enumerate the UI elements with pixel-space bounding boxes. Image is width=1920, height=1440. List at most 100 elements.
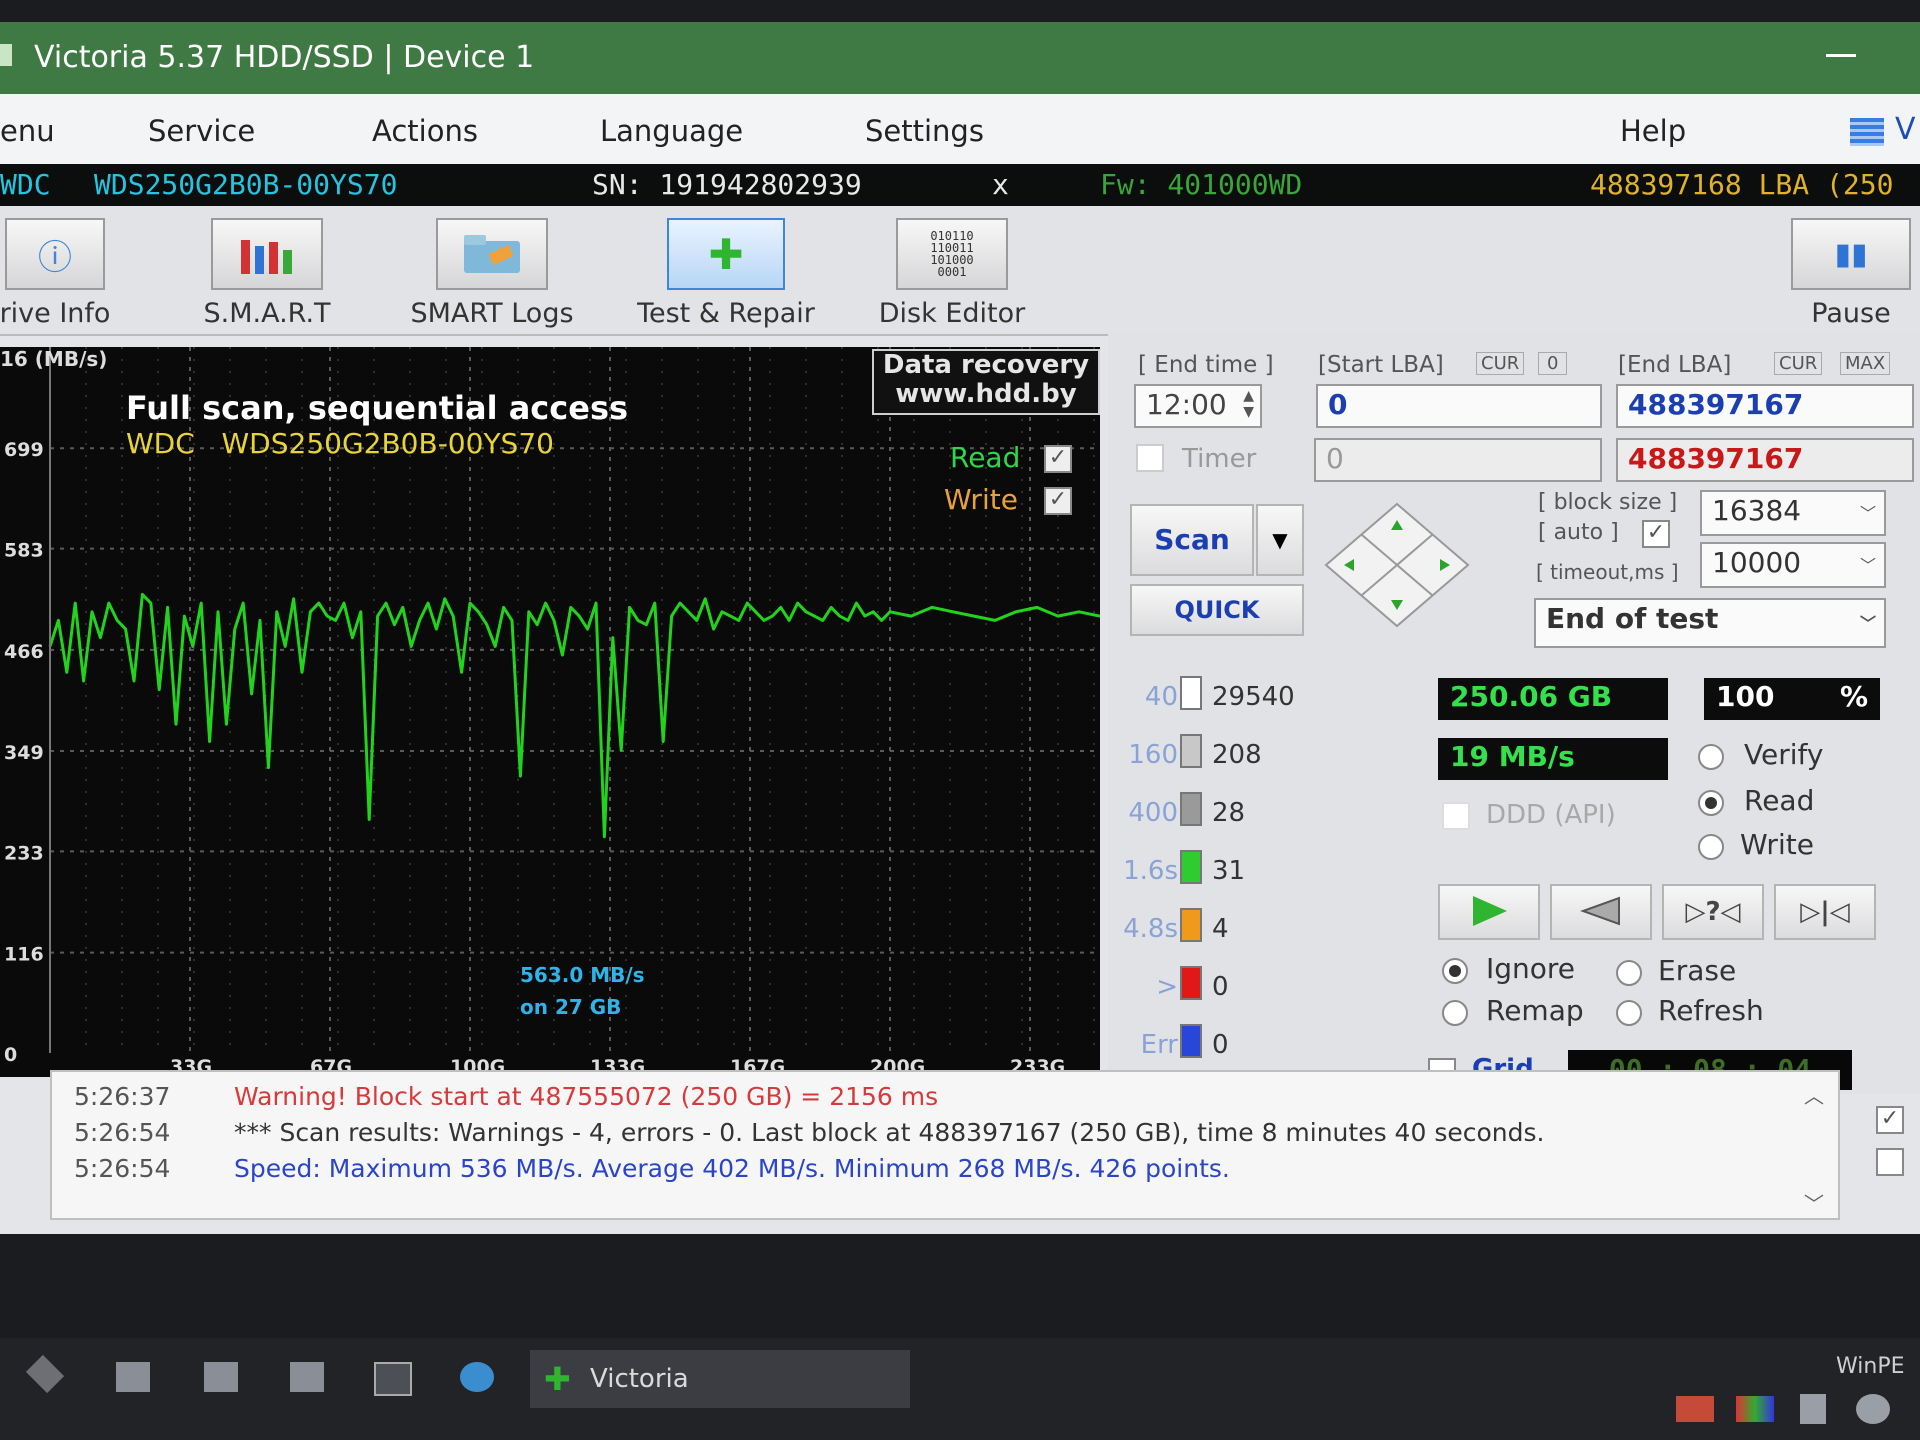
menu-main[interactable]: enu: [0, 114, 55, 148]
log-checkbox-1[interactable]: ✓: [1876, 1106, 1904, 1134]
play-button[interactable]: [1438, 884, 1540, 940]
title-bar: Victoria 5.37 HDD/SSD | Device 1: [0, 22, 1920, 94]
read-label: Read: [1744, 784, 1815, 817]
device-model: WDS250G2B0B-00YS70: [94, 168, 398, 201]
y-tick-label: 116: [4, 944, 44, 966]
device-firmware: Fw: 401000WD: [1100, 168, 1303, 201]
rewind-button[interactable]: [1550, 884, 1652, 940]
explorer-icon[interactable]: [204, 1362, 238, 1392]
device-info-bar: WDC WDS250G2B0B-00YS70 SN: 191942802939 …: [0, 164, 1920, 206]
network-tray-icon[interactable]: [1676, 1396, 1714, 1422]
write-radio[interactable]: [1698, 834, 1724, 860]
end-lba-input[interactable]: 488397167: [1616, 384, 1914, 428]
legend-swatch: [1180, 676, 1202, 710]
start-icon[interactable]: [25, 1354, 65, 1394]
erase-radio[interactable]: [1616, 960, 1642, 986]
direction-pad[interactable]: [1322, 500, 1472, 630]
ignore-radio[interactable]: [1442, 958, 1468, 984]
taskbar-victoria-button[interactable]: ✚ Victoria: [530, 1350, 910, 1408]
y-tick-label: 349: [4, 742, 44, 764]
log-text: *** Scan results: Warnings - 4, errors -…: [234, 1118, 1545, 1147]
start-lba-input[interactable]: 0: [1316, 384, 1602, 428]
erase-label: Erase: [1658, 954, 1737, 987]
terminal-icon[interactable]: [374, 1362, 412, 1396]
read-radio[interactable]: [1698, 790, 1724, 816]
refresh-radio[interactable]: [1616, 1000, 1642, 1026]
scroll-down-icon[interactable]: ﹀: [1804, 1188, 1824, 1217]
timeout-select[interactable]: 10000 ﹀: [1700, 542, 1886, 588]
browser-icon[interactable]: [460, 1362, 494, 1392]
random-seek-icon: ▷?◁: [1685, 897, 1741, 927]
menu-service[interactable]: Service: [148, 114, 255, 148]
test-repair-button[interactable]: ✚ Test & Repair: [626, 218, 826, 330]
end-action-select[interactable]: End of test ﹀: [1534, 598, 1886, 648]
legend-swatch: [1180, 792, 1202, 826]
list-view-icon[interactable]: [1850, 118, 1884, 146]
read-legend-label: Read: [950, 441, 1021, 474]
start-cur-button[interactable]: CUR: [1476, 352, 1525, 375]
pause-button[interactable]: ▮▮ Pause: [1786, 218, 1916, 330]
remap-label: Remap: [1486, 994, 1584, 1027]
legend-threshold: 160: [1128, 740, 1178, 770]
legend-count: 208: [1212, 740, 1262, 770]
usb-tray-icon[interactable]: [1800, 1394, 1826, 1424]
write-checkbox[interactable]: ✓: [1044, 487, 1072, 515]
start-zero-button[interactable]: 0: [1538, 352, 1568, 375]
ignore-label: Ignore: [1486, 952, 1576, 985]
quick-button[interactable]: QUICK: [1130, 584, 1304, 636]
close-device-icon[interactable]: x: [992, 168, 1009, 201]
event-log: 5:26:37 Warning! Block start at 48755507…: [50, 1070, 1840, 1220]
color-tray-icon[interactable]: [1736, 1396, 1774, 1422]
test-repair-label: Test & Repair: [637, 298, 815, 329]
legend-row: 400 28: [1108, 788, 1338, 836]
menu-actions[interactable]: Actions: [372, 114, 478, 148]
minimize-button[interactable]: [1826, 54, 1856, 57]
legend-count: 0: [1212, 1030, 1229, 1060]
legend-threshold: 4.8s: [1123, 914, 1178, 944]
y-tick-label: 233: [4, 842, 44, 864]
disk-editor-label: Disk Editor: [878, 298, 1026, 329]
globe-tray-icon[interactable]: [1856, 1394, 1890, 1424]
menu-help[interactable]: Help: [1620, 114, 1686, 148]
log-line: 5:26:54 *** Scan results: Warnings - 4, …: [74, 1118, 1814, 1147]
end-time-spinner[interactable]: 12:00 ▲ ▼: [1134, 384, 1262, 428]
spinner-arrows-icon[interactable]: ▲ ▼: [1243, 388, 1254, 420]
menu-settings[interactable]: Settings: [865, 114, 984, 148]
disk-editor-button[interactable]: 010110 110011 101000 0001 Disk Editor: [872, 218, 1032, 330]
timer-checkbox[interactable]: [1136, 444, 1164, 472]
remap-radio[interactable]: [1442, 1000, 1468, 1026]
scroll-up-icon[interactable]: ︿: [1804, 1080, 1824, 1109]
read-checkbox[interactable]: ✓: [1044, 445, 1072, 473]
legend-threshold: 400: [1128, 798, 1178, 828]
smart-button[interactable]: S.M.A.R.T: [192, 218, 342, 330]
butterfly-button[interactable]: ▷|◁: [1774, 884, 1876, 940]
data-recovery-badge[interactable]: Data recovery www.hdd.by: [872, 349, 1100, 415]
timer-input[interactable]: 0: [1314, 438, 1602, 482]
scan-button[interactable]: Scan: [1130, 504, 1254, 576]
smart-logs-button[interactable]: SMART Logs: [400, 218, 584, 330]
scan-dropdown-arrow-icon[interactable]: ▼: [1256, 504, 1304, 576]
drive-info-button[interactable]: ⓘ rive Info: [0, 218, 120, 330]
pause-label: Pause: [1811, 298, 1891, 329]
legend-row: > 0: [1108, 962, 1338, 1010]
random-seek-button[interactable]: ▷?◁: [1662, 884, 1764, 940]
block-size-select[interactable]: 16384 ﹀: [1700, 490, 1886, 536]
y-tick-label: 699: [4, 439, 44, 461]
log-line: 5:26:37 Warning! Block start at 48755507…: [74, 1082, 1814, 1111]
end-max-button[interactable]: MAX: [1840, 352, 1891, 375]
auto-checkbox[interactable]: ✓: [1642, 520, 1670, 548]
menu-language[interactable]: Language: [600, 114, 743, 148]
log-time: 5:26:54: [74, 1154, 171, 1183]
verify-radio[interactable]: [1698, 744, 1724, 770]
legend-count: 31: [1212, 856, 1246, 886]
block-size-value: 16384: [1712, 494, 1802, 527]
end-cur-button[interactable]: CUR: [1774, 352, 1823, 375]
log-checkbox-2[interactable]: [1876, 1148, 1904, 1176]
notepad-icon[interactable]: [290, 1362, 324, 1392]
log-time: 5:26:54: [74, 1118, 171, 1147]
computer-icon[interactable]: [116, 1362, 150, 1392]
write-label: Write: [1740, 828, 1814, 861]
start-lba-label: [Start LBA]: [1318, 352, 1444, 378]
graph-title: Full scan, sequential access: [126, 389, 629, 427]
ddd-api-checkbox[interactable]: [1442, 802, 1470, 830]
